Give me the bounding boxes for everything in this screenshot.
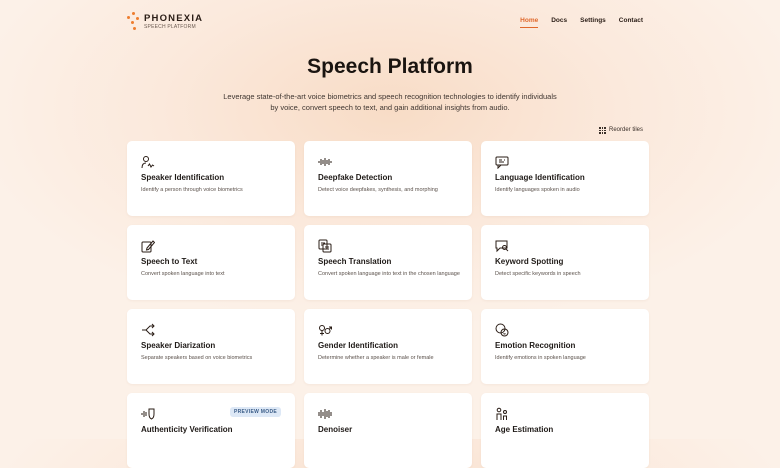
- preview-mode-badge: PREVIEW MODE: [229, 407, 281, 417]
- feature-tiles-grid: Speaker Identification Identify a person…: [127, 141, 649, 468]
- tile-description: Separate speakers based on voice biometr…: [141, 355, 253, 361]
- reorder-tiles-label: Reorder tiles: [608, 127, 643, 134]
- tile-speaker-diarization[interactable]: Speaker Diarization Separate speakers ba…: [127, 309, 295, 384]
- tile-description: Identify emotions in spoken language: [495, 355, 586, 361]
- phonexia-logo[interactable]: PHONEXIA SPEECH PLATFORM: [127, 12, 203, 32]
- tile-speech-to-text[interactable]: Speech to Text Convert spoken language i…: [127, 225, 295, 300]
- tile-title: Language Identification: [495, 173, 585, 182]
- nav-home[interactable]: Home: [520, 17, 539, 28]
- tile-title: Deepfake Detection: [318, 173, 393, 182]
- tile-title: Denoiser: [318, 425, 353, 434]
- tile-title: Emotion Recognition: [495, 341, 576, 350]
- tile-speech-translation[interactable]: Speech Translation Convert spoken langua…: [304, 225, 472, 300]
- nav-settings[interactable]: Settings: [580, 17, 606, 28]
- page-description: Leverage state-of-the-art voice biometri…: [223, 92, 557, 112]
- header: PHONEXIA SPEECH PLATFORM Home Docs Setti…: [0, 0, 780, 44]
- tile-title: Authenticity Verification: [141, 425, 233, 434]
- reorder-tiles-button[interactable]: Reorder tiles: [599, 127, 643, 134]
- brand-name: PHONEXIA: [144, 13, 204, 24]
- logo-mark-icon: [127, 12, 141, 32]
- tile-description: Detect voice deepfakes, synthesis, and m…: [318, 187, 438, 193]
- tile-deepfake-detection[interactable]: Deepfake Detection Detect voice deepfake…: [304, 141, 472, 216]
- tile-title: Speaker Diarization: [141, 341, 216, 350]
- tile-authenticity-verification[interactable]: PREVIEW MODE Authenticity Verification: [127, 393, 295, 468]
- page-title: Speech Platform: [307, 55, 473, 78]
- tile-description: Identify a person through voice biometri…: [141, 187, 243, 193]
- tile-gender-identification[interactable]: Gender Identification Determine whether …: [304, 309, 472, 384]
- message-search-icon: [495, 240, 509, 253]
- split-icon: [142, 323, 155, 337]
- people-age-icon: [496, 407, 507, 420]
- brand-subtitle: SPEECH PLATFORM: [144, 23, 196, 30]
- tile-description: Convert spoken language into text: [141, 271, 225, 277]
- emotion-icon: [495, 323, 509, 337]
- main-nav: Home Docs Settings Contact: [507, 17, 643, 28]
- nav-contact[interactable]: Contact: [619, 17, 643, 28]
- tile-title: Gender Identification: [318, 341, 399, 350]
- language-chat-icon: [495, 156, 509, 169]
- tile-title: Keyword Spotting: [495, 257, 564, 266]
- tile-title: Speech Translation: [318, 257, 392, 266]
- tile-title: Age Estimation: [495, 425, 554, 434]
- edit-icon: [141, 240, 155, 253]
- tile-age-estimation[interactable]: Age Estimation: [481, 393, 649, 468]
- tile-title: Speech to Text: [141, 257, 198, 266]
- tile-description: Determine whether a speaker is male or f…: [318, 355, 434, 361]
- voice-shield-icon: [141, 408, 155, 420]
- tile-emotion-recognition[interactable]: Emotion Recognition Identify emotions in…: [481, 309, 649, 384]
- nav-docs[interactable]: Docs: [551, 17, 567, 28]
- translate-icon: [318, 239, 332, 253]
- tile-description: Detect specific keywords in speech: [495, 271, 581, 277]
- tile-denoiser[interactable]: Denoiser: [304, 393, 472, 468]
- tile-description: Identify languages spoken in audio: [495, 187, 580, 193]
- person-voice-icon: [141, 156, 155, 169]
- gender-icon: [319, 325, 332, 336]
- waveform-icon: [318, 409, 332, 419]
- grid-icon: [599, 127, 606, 134]
- tile-language-identification[interactable]: Language Identification Identify languag…: [481, 141, 649, 216]
- waveform-alert-icon: [318, 158, 332, 166]
- tile-title: Speaker Identification: [141, 173, 225, 182]
- tile-speaker-identification[interactable]: Speaker Identification Identify a person…: [127, 141, 295, 216]
- tile-description: Convert spoken language into text in the…: [318, 271, 460, 277]
- tile-keyword-spotting[interactable]: Keyword Spotting Detect specific keyword…: [481, 225, 649, 300]
